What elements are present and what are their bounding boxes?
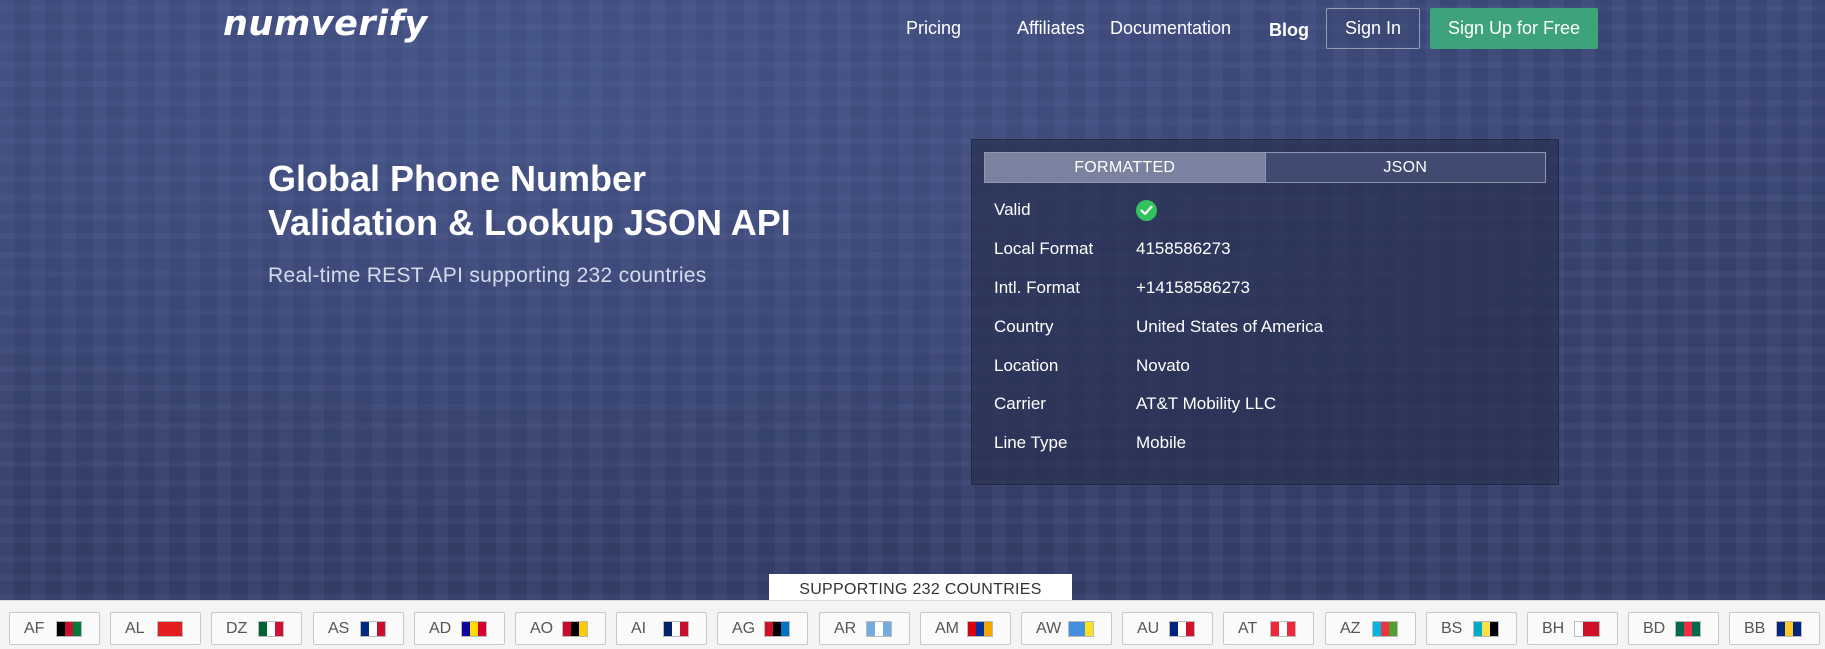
- result-label: Carrier: [994, 394, 1046, 413]
- flag-icon: [1473, 620, 1499, 637]
- country-button-aw[interactable]: AW: [1021, 612, 1112, 645]
- lookup-result-panel: FORMATTED JSON Valid Local Format 415858…: [971, 139, 1559, 485]
- country-button-af[interactable]: AF: [9, 612, 100, 645]
- result-label: Line Type: [994, 433, 1068, 452]
- flag-icon: [1675, 620, 1701, 637]
- nav-blog-link[interactable]: Blog: [1269, 20, 1309, 41]
- result-value: Novato: [1136, 356, 1190, 375]
- country-code: AZ: [1340, 619, 1361, 637]
- hero-title-line-2: Validation & Lookup JSON API: [268, 202, 791, 243]
- numverify-logo[interactable]: numverify: [223, 4, 428, 44]
- flag-icon: [1776, 620, 1802, 637]
- country-button-at[interactable]: AT: [1223, 612, 1314, 645]
- country-button-bb[interactable]: BB: [1729, 612, 1820, 645]
- flag-icon: [258, 620, 284, 637]
- country-code: AM: [935, 619, 959, 637]
- country-code: BS: [1441, 619, 1463, 637]
- country-button-bs[interactable]: BS: [1426, 612, 1517, 645]
- flag-icon: [967, 620, 993, 637]
- flag-icon: [562, 620, 588, 637]
- country-code: DZ: [226, 619, 248, 637]
- country-code: AR: [834, 619, 857, 637]
- check-circle-icon: [1136, 199, 1157, 221]
- country-code: AI: [631, 619, 647, 637]
- tab-json[interactable]: JSON: [1264, 153, 1545, 182]
- flag-icon: [764, 620, 790, 637]
- tab-formatted[interactable]: FORMATTED: [985, 153, 1265, 182]
- result-row-intl-format: Intl. Format +14158586273: [994, 276, 1250, 300]
- country-button-as[interactable]: AS: [313, 612, 404, 645]
- result-label: Local Format: [994, 239, 1094, 258]
- country-code: AL: [125, 619, 145, 637]
- country-button-ad[interactable]: AD: [414, 612, 505, 645]
- result-row-valid: Valid: [994, 198, 1157, 222]
- flag-icon: [1270, 620, 1296, 637]
- hero-subtitle: Real-time REST API supporting 232 countr…: [268, 264, 707, 287]
- sign-in-button[interactable]: Sign In: [1326, 8, 1420, 49]
- flag-icon: [1068, 620, 1094, 637]
- result-label: Location: [994, 356, 1059, 375]
- sign-up-button[interactable]: Sign Up for Free: [1430, 8, 1598, 49]
- country-code: AT: [1238, 619, 1258, 637]
- country-code: BB: [1744, 619, 1766, 637]
- result-value: AT&T Mobility LLC: [1136, 394, 1277, 413]
- country-button-ar[interactable]: AR: [819, 612, 910, 645]
- hero-title-line-1: Global Phone Number: [268, 158, 647, 199]
- country-code: BH: [1542, 619, 1565, 637]
- result-row-location: Location Novato: [994, 354, 1190, 378]
- flag-icon: [1372, 620, 1398, 637]
- flag-icon: [461, 620, 487, 637]
- hero-title: Global Phone Number Validation & Lookup …: [268, 157, 791, 245]
- result-format-tabs: FORMATTED JSON: [984, 152, 1546, 183]
- result-label: Valid: [994, 200, 1031, 219]
- country-button-ao[interactable]: AO: [515, 612, 606, 645]
- country-code: BD: [1643, 619, 1666, 637]
- flag-icon: [866, 620, 892, 637]
- country-button-au[interactable]: AU: [1122, 612, 1213, 645]
- nav-documentation-link[interactable]: Documentation: [1110, 18, 1231, 39]
- result-value: United States of America: [1136, 317, 1324, 336]
- result-label: Intl. Format: [994, 278, 1080, 297]
- country-code: AG: [732, 619, 756, 637]
- country-button-am[interactable]: AM: [920, 612, 1011, 645]
- country-strip: AF AL DZ AS AD AO AI AG AR AM AW AU AT AZ BS BH BD BB: [0, 600, 1825, 649]
- country-code: AD: [429, 619, 452, 637]
- country-code: AW: [1036, 619, 1062, 637]
- result-row-carrier: Carrier AT&T Mobility LLC: [994, 392, 1276, 416]
- result-row-line-type: Line Type Mobile: [994, 431, 1186, 455]
- result-row-country: Country United States of America: [994, 315, 1323, 339]
- nav-pricing-link[interactable]: Pricing: [906, 18, 961, 39]
- nav-affiliates-link[interactable]: Affiliates: [1017, 18, 1085, 39]
- country-button-bd[interactable]: BD: [1628, 612, 1719, 645]
- country-button-al[interactable]: AL: [110, 612, 201, 645]
- country-button-ai[interactable]: AI: [616, 612, 707, 645]
- country-button-ag[interactable]: AG: [717, 612, 808, 645]
- country-button-az[interactable]: AZ: [1325, 612, 1416, 645]
- result-value: 4158586273: [1136, 239, 1231, 258]
- result-row-local-format: Local Format 4158586273: [994, 237, 1231, 261]
- country-code: AS: [328, 619, 350, 637]
- country-code: AO: [530, 619, 554, 637]
- result-value: Mobile: [1136, 433, 1187, 452]
- country-button-dz[interactable]: DZ: [211, 612, 302, 645]
- flag-icon: [360, 620, 386, 637]
- flag-icon: [663, 620, 689, 637]
- flag-icon: [1574, 620, 1600, 637]
- country-code: AU: [1137, 619, 1160, 637]
- result-value: +14158586273: [1136, 278, 1250, 297]
- result-label: Country: [994, 317, 1054, 336]
- flag-icon: [56, 620, 82, 637]
- country-code: AF: [24, 619, 45, 637]
- country-button-bh[interactable]: BH: [1527, 612, 1618, 645]
- flag-icon: [1169, 620, 1195, 637]
- flag-icon: [157, 620, 183, 637]
